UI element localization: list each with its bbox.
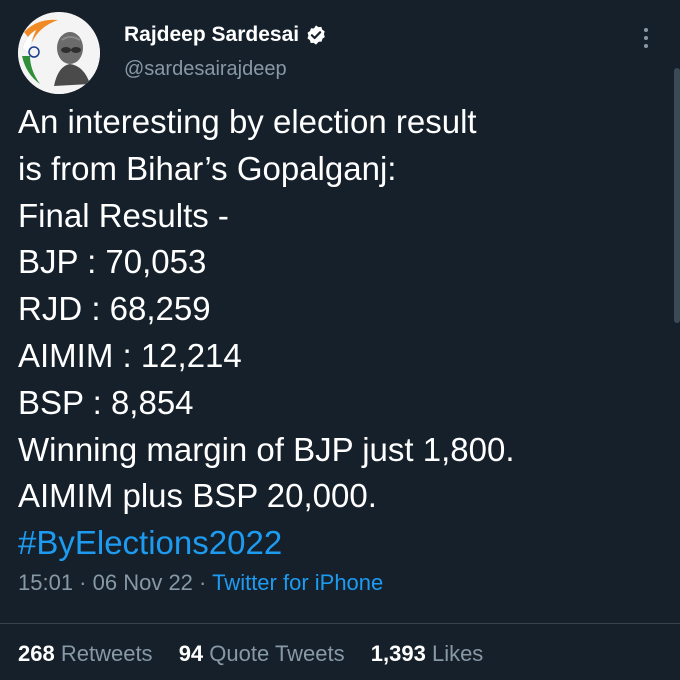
handle[interactable]: @sardesairajdeep [124,58,327,81]
avatar[interactable] [18,12,100,94]
tweet-line: BJP : 70,053 [18,243,207,281]
tweet-line: is from Bihar’s Gopalganj: [18,149,397,187]
display-name[interactable]: Rajdeep Sardesai [124,23,299,47]
tweet-line: An interesting by election result [18,103,477,140]
tweet-line: Winning margin of BJP just 1,800. [18,430,515,468]
tweet-line: RJD : 68,259 [18,290,211,328]
quote-tweets-stat[interactable]: 94 Quote Tweets [179,641,345,666]
meta-separator: · [73,570,93,595]
retweets-label: Retweets [60,641,153,666]
meta-separator: · [192,570,213,595]
likes-label: Likes [431,641,484,666]
quotes-label: Quote Tweets [209,641,345,666]
retweets-count: 268 [18,641,55,666]
likes-count: 1,393 [370,641,426,666]
hashtag-link[interactable]: #ByElections2022 [18,520,658,567]
tweet-meta: 15:01 · 06 Nov 22 · Twitter for iPhone [18,570,383,596]
tweet-date[interactable]: 06 Nov 22 [93,570,193,595]
scrollbar[interactable] [674,68,680,323]
tweet-line: BSP : 8,854 [18,383,194,421]
tweet-time[interactable]: 15:01 [18,570,73,595]
divider [0,623,680,624]
tweet-header: Rajdeep Sardesai @sardesairajdeep [16,10,664,94]
engagement-stats: 268 Retweets 94 Quote Tweets 1,393 Likes [18,641,503,667]
tweet-line: AIMIM : 12,214 [18,336,242,374]
more-options-icon[interactable] [636,24,656,52]
tweet-text: An interesting by election result is fro… [18,99,658,567]
tweet-line: AIMIM plus BSP 20,000. [18,477,377,515]
author-names: Rajdeep Sardesai @sardesairajdeep [124,22,327,81]
retweets-stat[interactable]: 268 Retweets [18,641,153,666]
likes-stat[interactable]: 1,393 Likes [371,641,484,666]
tweet-line: Final Results - [18,196,229,234]
quotes-count: 94 [178,641,204,666]
verified-badge-icon [305,24,327,46]
tweet-source-link[interactable]: Twitter for iPhone [212,570,383,595]
